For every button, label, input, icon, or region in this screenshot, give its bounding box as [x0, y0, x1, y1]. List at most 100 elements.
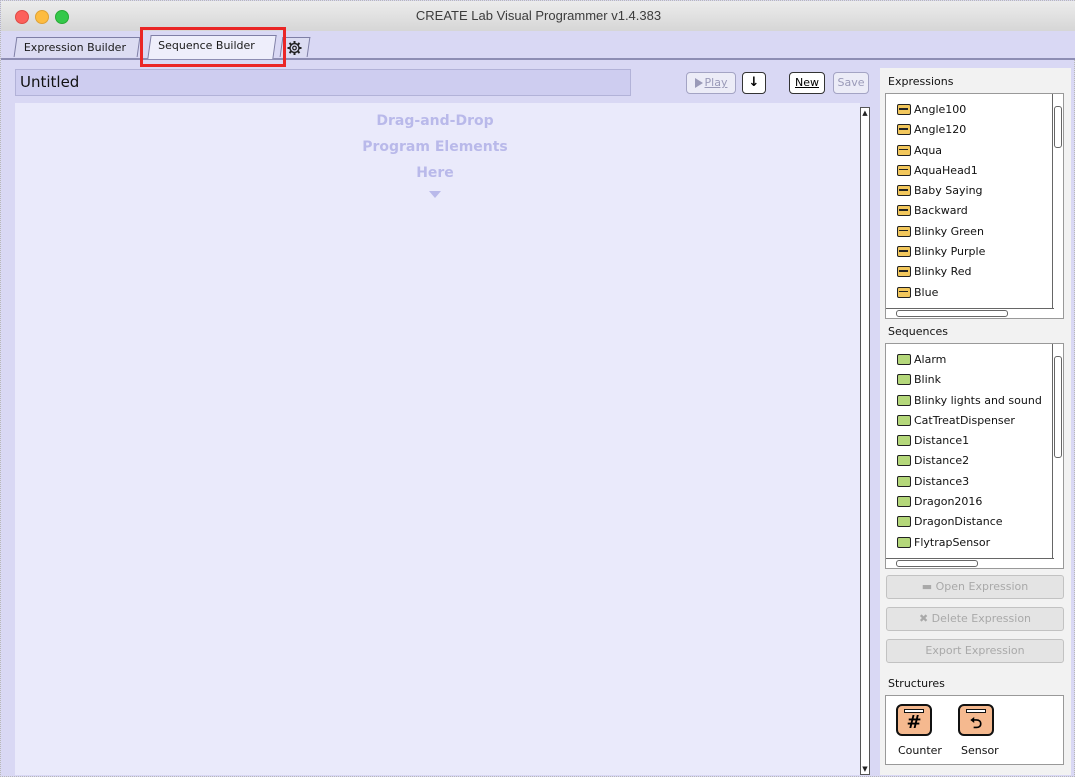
expression-list-item-label: Angle100 — [914, 103, 967, 116]
sequence-icon — [897, 435, 911, 447]
sequences-list: Alarm Blink Blinky lights and sound CatTrea… — [885, 343, 1064, 569]
drop-hint-line-2: Program Elements — [362, 139, 508, 155]
play-button[interactable]: Play — [686, 72, 736, 94]
expression-list-item[interactable]: Baby Saying — [886, 181, 1063, 201]
scroll-up-arrow-icon[interactable]: ▲ — [861, 108, 869, 118]
expression-list-item[interactable]: Blinky Purple — [886, 242, 1063, 262]
expressions-hscroll-thumb[interactable] — [896, 310, 1008, 317]
sequence-icon — [897, 455, 911, 467]
open-expression-label: Open Expression — [935, 580, 1029, 593]
expression-list-item-label: Aqua — [914, 143, 943, 157]
app-window: CREATE Lab Visual Programmer v1.4.383 Ex… — [0, 0, 1075, 777]
delete-expression-button[interactable]: ✖ Delete Expression — [886, 607, 1064, 631]
counter-structure-icon[interactable]: # — [896, 704, 932, 736]
sequence-icon — [897, 475, 911, 487]
expression-list-item-label: Blinky Red — [914, 265, 972, 279]
sequence-list-item-label: Distance1 — [914, 434, 970, 448]
expression-icon — [897, 205, 911, 217]
sequence-list-item[interactable]: CatTreatDispenser — [886, 411, 1063, 431]
sequences-hscroll-thumb[interactable] — [896, 560, 978, 567]
expression-list-item[interactable]: Angle120 — [886, 120, 1063, 140]
expression-list-item[interactable]: Backward — [886, 201, 1063, 221]
play-label: Play — [704, 76, 728, 89]
counter-label: Counter — [898, 744, 942, 757]
sequences-heading: Sequences — [888, 325, 948, 338]
sequence-list-item[interactable]: Distance2 — [886, 451, 1063, 471]
save-button[interactable]: Save — [833, 72, 869, 94]
sequence-list-item-label: Blink — [914, 373, 942, 387]
expression-icon — [897, 225, 911, 237]
tab-expression-builder[interactable]: Expression Builder — [13, 37, 141, 57]
sequence-list-item[interactable]: Blinky lights and sound — [886, 391, 1063, 411]
expression-list-item[interactable]: Blinky Red — [886, 262, 1063, 282]
sequence-list-item[interactable]: FlytrapSensor — [886, 533, 1063, 553]
sequence-icon — [897, 516, 911, 528]
sequence-list-item[interactable]: Distance3 — [886, 472, 1063, 492]
expressions-horizontal-scrollbar[interactable] — [886, 308, 1054, 318]
expression-list-item-label: Blinky Purple — [914, 245, 986, 259]
expression-list-item-label: AquaHead1 — [914, 163, 978, 177]
down-arrow-icon: ↓ — [748, 75, 760, 90]
sequence-list-item[interactable]: Distance1 — [886, 431, 1063, 451]
expressions-list: Angle100 Angle120 Aqua AquaHead1 Baby Saying… — [885, 93, 1064, 319]
scroll-down-arrow-icon[interactable]: ▼ — [861, 764, 869, 774]
expression-list-item-label: Angle120 — [914, 123, 967, 137]
sequence-list-item[interactable]: Dragon2016 — [886, 492, 1063, 512]
sequence-list-item-label: DragonDistance — [914, 515, 1003, 529]
expression-icon — [897, 104, 911, 115]
sequences-scroll-thumb[interactable] — [1054, 356, 1062, 458]
sequence-icon — [897, 374, 911, 386]
delete-icon: ✖ — [918, 612, 932, 625]
new-button[interactable]: New — [789, 72, 825, 94]
sensor-label: Sensor — [961, 744, 999, 757]
canvas-vertical-scrollbar[interactable]: ▲ ▼ — [860, 107, 870, 775]
sequence-icon — [897, 354, 911, 365]
expression-icon — [897, 286, 911, 298]
selected-tab-highlight — [140, 27, 286, 67]
expressions-heading: Expressions — [888, 75, 954, 88]
tab-expression-builder-label: Expression Builder — [23, 41, 126, 54]
expression-icon — [897, 266, 911, 278]
expressions-vertical-scrollbar[interactable] — [1052, 94, 1063, 310]
sensor-glyph: ⮌ — [969, 714, 982, 732]
expression-list-item-label: Blinky Green — [914, 224, 984, 238]
expression-icon — [897, 185, 911, 197]
open-expression-button[interactable]: ▬ Open Expression — [886, 575, 1064, 599]
delete-expression-label: Delete Expression — [931, 612, 1032, 625]
export-expression-button[interactable]: Export Expression — [886, 639, 1064, 663]
structures-heading: Structures — [888, 677, 945, 690]
sequences-vertical-scrollbar[interactable] — [1052, 344, 1063, 560]
sequence-name-field[interactable]: Untitled — [15, 69, 631, 96]
expression-list-item[interactable]: Angle100 — [886, 100, 1063, 120]
expression-list-item[interactable]: Blinky Green — [886, 222, 1063, 242]
sequence-list-item[interactable]: DragonDistance — [886, 512, 1063, 532]
expression-icon — [897, 124, 911, 136]
expression-list-item[interactable]: AquaHead1 — [886, 161, 1063, 181]
sequences-horizontal-scrollbar[interactable] — [886, 558, 1054, 568]
counter-glyph: # — [906, 712, 922, 733]
expression-list-item[interactable]: Aqua — [886, 141, 1063, 161]
drop-hint-arrow-icon — [429, 191, 441, 198]
sequence-icon — [897, 414, 911, 426]
expression-icon — [897, 164, 911, 176]
drop-hint-line-3: Here — [416, 165, 454, 181]
sequence-list-item-label: Distance3 — [914, 474, 970, 488]
sequence-list-item[interactable]: Blink — [886, 370, 1063, 390]
structures-palette: # Counter ⮌ Sensor — [885, 695, 1064, 765]
sequence-canvas[interactable]: Drag-and-Drop Program Elements Here — [15, 103, 860, 775]
expression-icon — [897, 246, 911, 258]
expression-list-item-label: Baby Saying — [914, 184, 983, 198]
sequence-list-item-label: FlytrapSensor — [914, 535, 991, 549]
expression-list-item-label: Blue — [914, 285, 939, 299]
down-arrow-button[interactable]: ↓ — [742, 72, 766, 94]
expression-list-item[interactable]: Blue — [886, 283, 1063, 303]
sequence-list-item-label: Distance2 — [914, 454, 970, 468]
expressions-scroll-thumb[interactable] — [1054, 106, 1062, 148]
sequence-icon — [897, 496, 911, 508]
sequence-list-item[interactable]: Alarm — [886, 350, 1063, 370]
gear-icon — [287, 38, 303, 63]
sequence-list-item-label: Blinky lights and sound — [914, 393, 1042, 407]
drop-hint-line-1: Drag-and-Drop — [376, 113, 494, 129]
sensor-structure-icon[interactable]: ⮌ — [958, 704, 994, 736]
canvas-drop-area[interactable]: Drag-and-Drop Program Elements Here — [15, 103, 860, 775]
